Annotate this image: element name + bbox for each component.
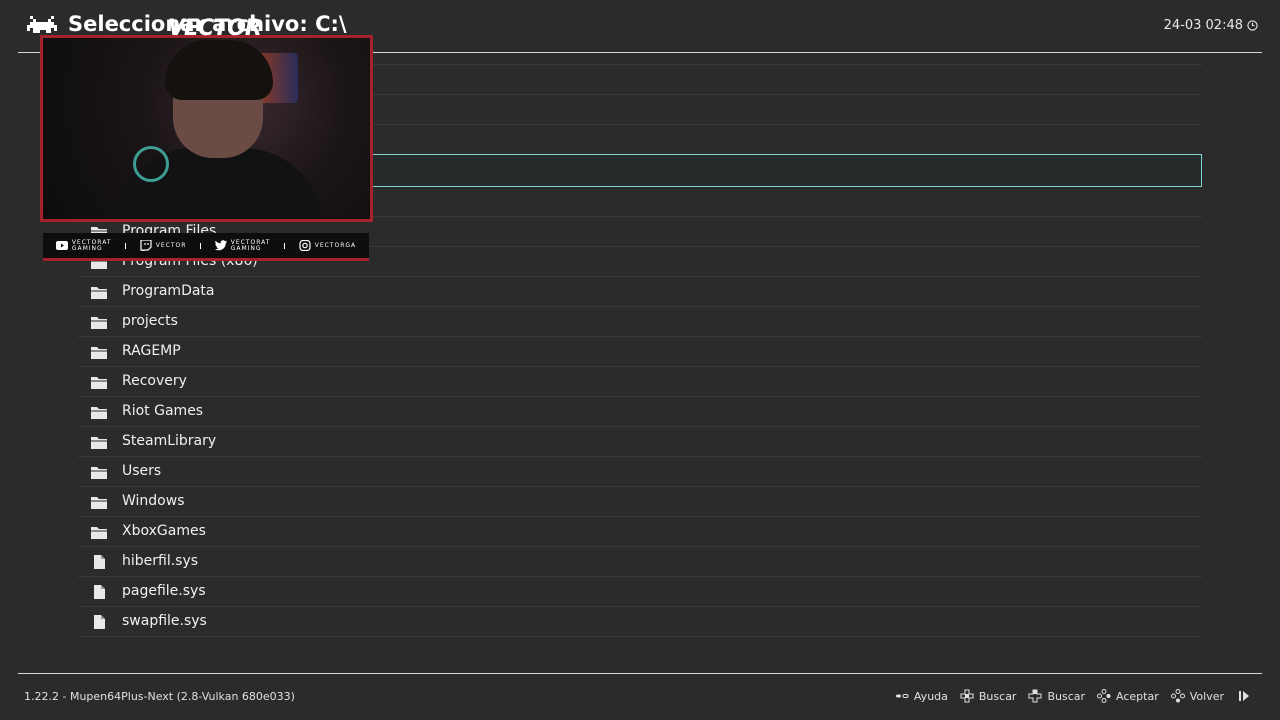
- social-bar: VECTORAT GAMING VECTOR VECTORAT GAMING V…: [43, 233, 369, 261]
- core-version: 1.22.2 - Mupen64Plus-Next (2.8-Vulkan 68…: [24, 690, 295, 703]
- list-item[interactable]: projects: [78, 307, 1202, 337]
- list-item-label: Users: [122, 463, 162, 479]
- list-item[interactable]: ProgramData: [78, 277, 1202, 307]
- hint-label: Buscar: [1047, 689, 1086, 703]
- file-icon: [90, 584, 108, 600]
- list-item[interactable]: SteamLibrary: [78, 427, 1202, 457]
- social-label: VECTORGA: [314, 241, 357, 249]
- clock: 24-03 02:48: [1164, 18, 1258, 33]
- folder-icon: [90, 464, 108, 480]
- social-instagram: VECTORGA: [299, 240, 356, 251]
- youtube-icon: [55, 241, 68, 250]
- face-buttons-icon: [1097, 689, 1111, 703]
- webcam-overlay: [40, 35, 373, 222]
- list-item[interactable]: Riot Games: [78, 397, 1202, 427]
- social-label: VECTORAT GAMING: [71, 238, 112, 252]
- list-item-label: projects: [122, 313, 178, 329]
- folder-icon: [90, 374, 108, 390]
- social-youtube: VECTORAT GAMING: [55, 238, 112, 252]
- dpad-icon: [1028, 689, 1042, 703]
- dpad-icon: [960, 689, 974, 703]
- list-item-label: pagefile.sys: [122, 583, 206, 599]
- list-item-label: Riot Games: [122, 403, 204, 419]
- hint-label: Ayuda: [913, 689, 948, 703]
- folder-icon: [90, 344, 108, 360]
- list-item-label: XboxGames: [122, 523, 206, 539]
- folder-icon: [90, 524, 108, 540]
- streamer-hair: [165, 40, 273, 100]
- list-item[interactable]: hiberfil.sys: [78, 547, 1202, 577]
- social-label: VECTOR: [155, 241, 187, 249]
- select-button-icon: [895, 694, 909, 698]
- hint-help[interactable]: Ayuda: [895, 689, 948, 703]
- headset-glow: [133, 146, 169, 182]
- list-item[interactable]: Windows: [78, 487, 1202, 517]
- hint-label: Volver: [1189, 689, 1224, 703]
- folder-icon: [90, 314, 108, 330]
- play-icon[interactable]: [1238, 690, 1250, 702]
- list-item[interactable]: XboxGames: [78, 517, 1202, 547]
- list-item-label: Recovery: [122, 373, 187, 389]
- list-item[interactable]: Users: [78, 457, 1202, 487]
- file-icon: [90, 614, 108, 630]
- clock-icon: [1247, 20, 1258, 31]
- separator: [125, 242, 127, 249]
- folder-icon: [90, 494, 108, 510]
- instagram-icon: [299, 240, 311, 251]
- hint-label: Buscar: [978, 689, 1017, 703]
- list-item[interactable]: pagefile.sys: [78, 577, 1202, 607]
- folder-icon: [90, 404, 108, 420]
- social-twitter: VECTORAT GAMING: [214, 238, 271, 252]
- list-item[interactable]: Recovery: [78, 367, 1202, 397]
- folder-icon: [90, 284, 108, 300]
- list-item[interactable]: RAGEMP: [78, 337, 1202, 367]
- twitch-icon: [140, 240, 152, 251]
- social-label: VECTORAT GAMING: [230, 238, 271, 252]
- brand-logo: VECTOR: [168, 16, 262, 41]
- separator: [284, 242, 286, 249]
- file-icon: [90, 554, 108, 570]
- clock-text: 24-03 02:48: [1163, 18, 1243, 33]
- folder-icon: [90, 434, 108, 450]
- button-hints: Ayuda Buscar Buscar Aceptar Volver: [895, 689, 1250, 703]
- list-item-label: swapfile.sys: [122, 613, 207, 629]
- social-twitch: VECTOR: [140, 240, 187, 251]
- list-item-label: ProgramData: [122, 283, 215, 299]
- list-item[interactable]: swapfile.sys: [78, 607, 1202, 637]
- footer-divider: [18, 673, 1262, 674]
- retroarch-invader-icon: [27, 16, 57, 33]
- hint-accept[interactable]: Aceptar: [1097, 689, 1159, 703]
- face-buttons-icon: [1170, 689, 1185, 703]
- hint-search-1[interactable]: Buscar: [960, 689, 1017, 703]
- twitter-icon: [214, 240, 227, 251]
- list-item-label: SteamLibrary: [122, 433, 217, 449]
- list-item-label: RAGEMP: [122, 343, 181, 359]
- separator: [200, 242, 202, 249]
- hint-search-2[interactable]: Buscar: [1028, 689, 1085, 703]
- hint-back[interactable]: Volver: [1170, 689, 1224, 703]
- list-item-label: hiberfil.sys: [122, 553, 199, 569]
- hint-label: Aceptar: [1116, 689, 1159, 703]
- list-item-label: Windows: [122, 493, 185, 509]
